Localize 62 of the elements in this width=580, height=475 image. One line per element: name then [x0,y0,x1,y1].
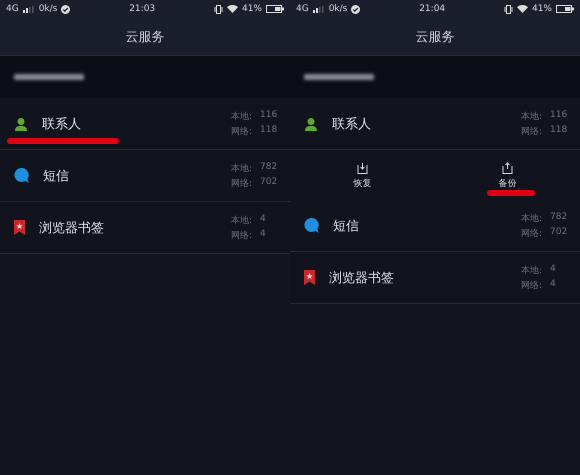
local-count: 782 [260,162,278,174]
cloud-label: 网络: [520,228,542,240]
vibrate-icon [214,4,223,14]
clock-time: 21:04 [419,4,446,14]
item-name: 短信 [43,168,70,184]
page-title: 云服务 [416,28,454,46]
local-count: 116 [550,110,568,122]
battery-percent: 41% [532,4,552,14]
upload-tray-icon [502,162,513,174]
wifi-icon [516,5,528,13]
local-label: 本地: [520,110,542,122]
signal-icon [312,6,325,12]
battery-icon [556,5,574,13]
person-icon [14,116,28,130]
download-tray-icon [357,162,368,174]
bookmark-icon [14,220,25,235]
network-speed: 0k/s [38,4,58,14]
check-icon [61,4,70,14]
local-label: 本地: [520,264,542,276]
battery-percent: 41% [242,4,262,14]
local-label: 本地: [230,214,252,226]
vibrate-icon [504,4,513,14]
cloud-label: 网络: [520,126,542,138]
cloud-count: 4 [260,228,267,240]
cloud-count: 118 [550,124,568,136]
local-label: 本地: [520,212,542,224]
blurred-account-name [304,74,374,80]
item-name: 浏览器书签 [39,220,105,236]
network-speed: 0k/s [328,4,348,14]
battery-icon [266,5,284,13]
check-icon [351,4,360,14]
network-type: 4G [296,4,309,14]
cloud-label: 网络: [230,126,252,138]
cloud-label: 网络: [520,280,542,292]
cloud-count: 118 [260,124,278,136]
item-name: 短信 [333,218,360,234]
bookmark-icon [304,270,315,285]
restore-button[interactable]: 恢复 [354,162,372,200]
network-type: 4G [6,4,19,14]
item-name: 联系人 [42,116,82,132]
blurred-account-name [14,74,84,80]
cloud-count: 4 [550,278,557,290]
cloud-count: 702 [550,226,568,238]
local-count: 116 [260,110,278,122]
item-name: 联系人 [332,116,372,132]
cloud-label: 网络: [230,178,252,190]
wifi-icon [226,5,238,13]
backup-button[interactable]: 备份 [498,162,516,200]
local-count: 4 [260,214,267,226]
chat-bubble-icon [304,218,319,233]
local-label: 本地: [230,162,252,174]
chat-bubble-icon [14,168,29,183]
signal-icon [22,6,35,12]
page-title: 云服务 [126,28,164,46]
local-count: 4 [550,264,557,276]
cloud-count: 702 [260,176,278,188]
local-label: 本地: [230,110,252,122]
item-name: 浏览器书签 [329,270,395,286]
cloud-label: 网络: [230,230,252,242]
local-count: 782 [550,212,568,224]
clock-time: 21:03 [129,4,156,14]
person-icon [304,116,318,130]
